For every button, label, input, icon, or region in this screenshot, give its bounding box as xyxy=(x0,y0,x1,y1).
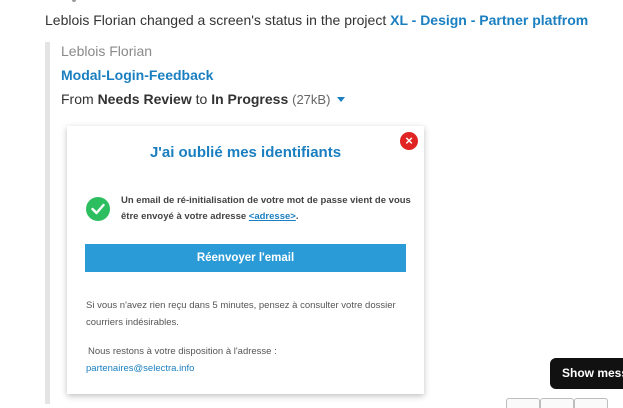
screen-preview[interactable]: × J'ai oublié mes identifiants Un email … xyxy=(67,126,424,394)
to-label: to xyxy=(195,91,208,107)
modal-hint: Si vous n'avez rien reçu dans 5 minutes,… xyxy=(86,300,396,328)
quote-bar xyxy=(45,42,50,404)
modal-contact: Nous restons à votre disposition à l'adr… xyxy=(86,343,411,377)
contact-line: Nous restons à votre disposition à l'adr… xyxy=(88,346,277,357)
modal-title: J'ai oublié mes identifiants xyxy=(149,144,342,161)
modal-address-link: <adresse> xyxy=(248,211,296,222)
toolbar-button[interactable] xyxy=(506,398,540,408)
toolbar-button[interactable] xyxy=(540,398,574,408)
screen-link[interactable]: Modal-Login-Feedback xyxy=(61,67,213,83)
toolbar-button[interactable] xyxy=(574,398,608,408)
modal-message-end: . xyxy=(295,211,299,222)
project-link[interactable]: XL - Design - Partner platfrom xyxy=(390,12,588,28)
resend-email-button: Réenvoyer l'email xyxy=(85,244,406,272)
notification-action: changed a screen's status in the project xyxy=(139,12,387,28)
modal-message: Un email de ré-initialisation de votre m… xyxy=(121,193,411,225)
from-label: From xyxy=(61,91,94,107)
show-messages-button[interactable]: Show mess xyxy=(550,358,623,389)
check-icon xyxy=(86,197,110,221)
activity-author: Leblois Florian xyxy=(61,43,153,59)
bullet-dot xyxy=(72,0,76,2)
notification-actor: Leblois Florian xyxy=(45,12,137,28)
notification-line: Leblois Florian changed a screen's statu… xyxy=(45,12,588,28)
contact-email: partenaires@selectra.info xyxy=(86,363,195,374)
status-change: From Needs Review to In Progress (27kB) xyxy=(61,91,346,107)
file-size: (27kB) xyxy=(292,92,331,107)
caret-down-icon[interactable] xyxy=(337,97,346,102)
from-status: Needs Review xyxy=(97,91,192,107)
to-status: In Progress xyxy=(211,91,289,107)
bottom-toolbar xyxy=(506,398,608,408)
